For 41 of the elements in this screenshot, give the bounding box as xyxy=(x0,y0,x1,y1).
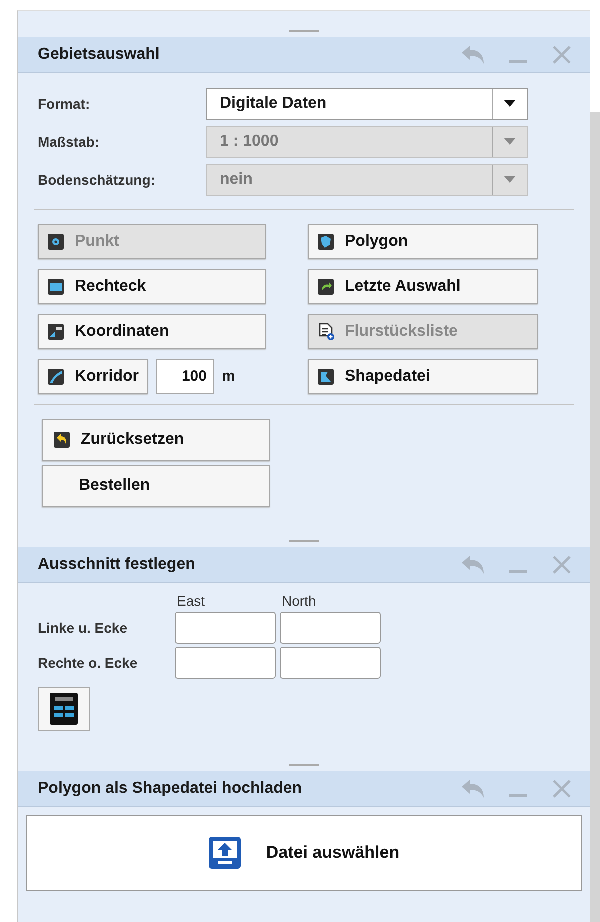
tool-button[interactable]: Polygon xyxy=(308,224,538,259)
dropdown[interactable]: Digitale Daten xyxy=(206,88,528,120)
field-label: Bodenschätzung: xyxy=(38,172,156,188)
caret-icon xyxy=(504,176,516,184)
corridor-icon xyxy=(47,368,65,386)
panel-title: Polygon als Shapedatei hochladen xyxy=(38,780,304,798)
grid-icon xyxy=(49,692,79,726)
coordinate-field[interactable] xyxy=(175,612,276,644)
width-field[interactable]: 100 xyxy=(156,359,214,394)
shape-icon xyxy=(317,368,335,386)
row-label: Rechte o. Ecke xyxy=(38,655,139,671)
choose-file-button[interactable]: Datei auswählen xyxy=(26,815,582,891)
coordinates-icon xyxy=(47,322,65,340)
point-icon xyxy=(47,232,65,250)
column-label: East xyxy=(176,593,206,609)
tool-button[interactable]: Rechteck xyxy=(38,269,266,304)
field-label: Format: xyxy=(38,96,92,112)
rectangle-icon xyxy=(47,278,65,296)
unit-label: m xyxy=(222,368,236,385)
column-label: North xyxy=(281,593,318,609)
tool-button[interactable]: Shapedatei xyxy=(308,359,538,394)
panel-title: Gebietsauswahl xyxy=(38,46,161,64)
polygon-icon xyxy=(317,232,335,250)
caret-icon xyxy=(504,100,516,108)
panel-title: Ausschnitt festlegen xyxy=(38,556,196,574)
grid-button[interactable] xyxy=(38,687,90,731)
tool-button[interactable]: Korridor xyxy=(38,359,148,394)
order-button[interactable]: Bestellen xyxy=(42,465,270,507)
tool-button[interactable]: Letzte Auswahl xyxy=(308,269,538,304)
tool-button[interactable]: Koordinaten xyxy=(38,314,266,349)
upload-icon xyxy=(208,836,242,870)
coordinate-field[interactable] xyxy=(280,612,381,644)
coordinate-field[interactable] xyxy=(175,647,276,679)
document-add-icon xyxy=(317,322,335,340)
row-label: Linke u. Ecke xyxy=(38,620,128,636)
undo-icon xyxy=(53,431,71,449)
coordinate-field[interactable] xyxy=(280,647,381,679)
caret-icon xyxy=(504,138,516,146)
scrollbar[interactable] xyxy=(590,112,600,922)
reset-button[interactable]: Zurücksetzen xyxy=(42,419,270,461)
field-label: Maßstab: xyxy=(38,134,100,150)
